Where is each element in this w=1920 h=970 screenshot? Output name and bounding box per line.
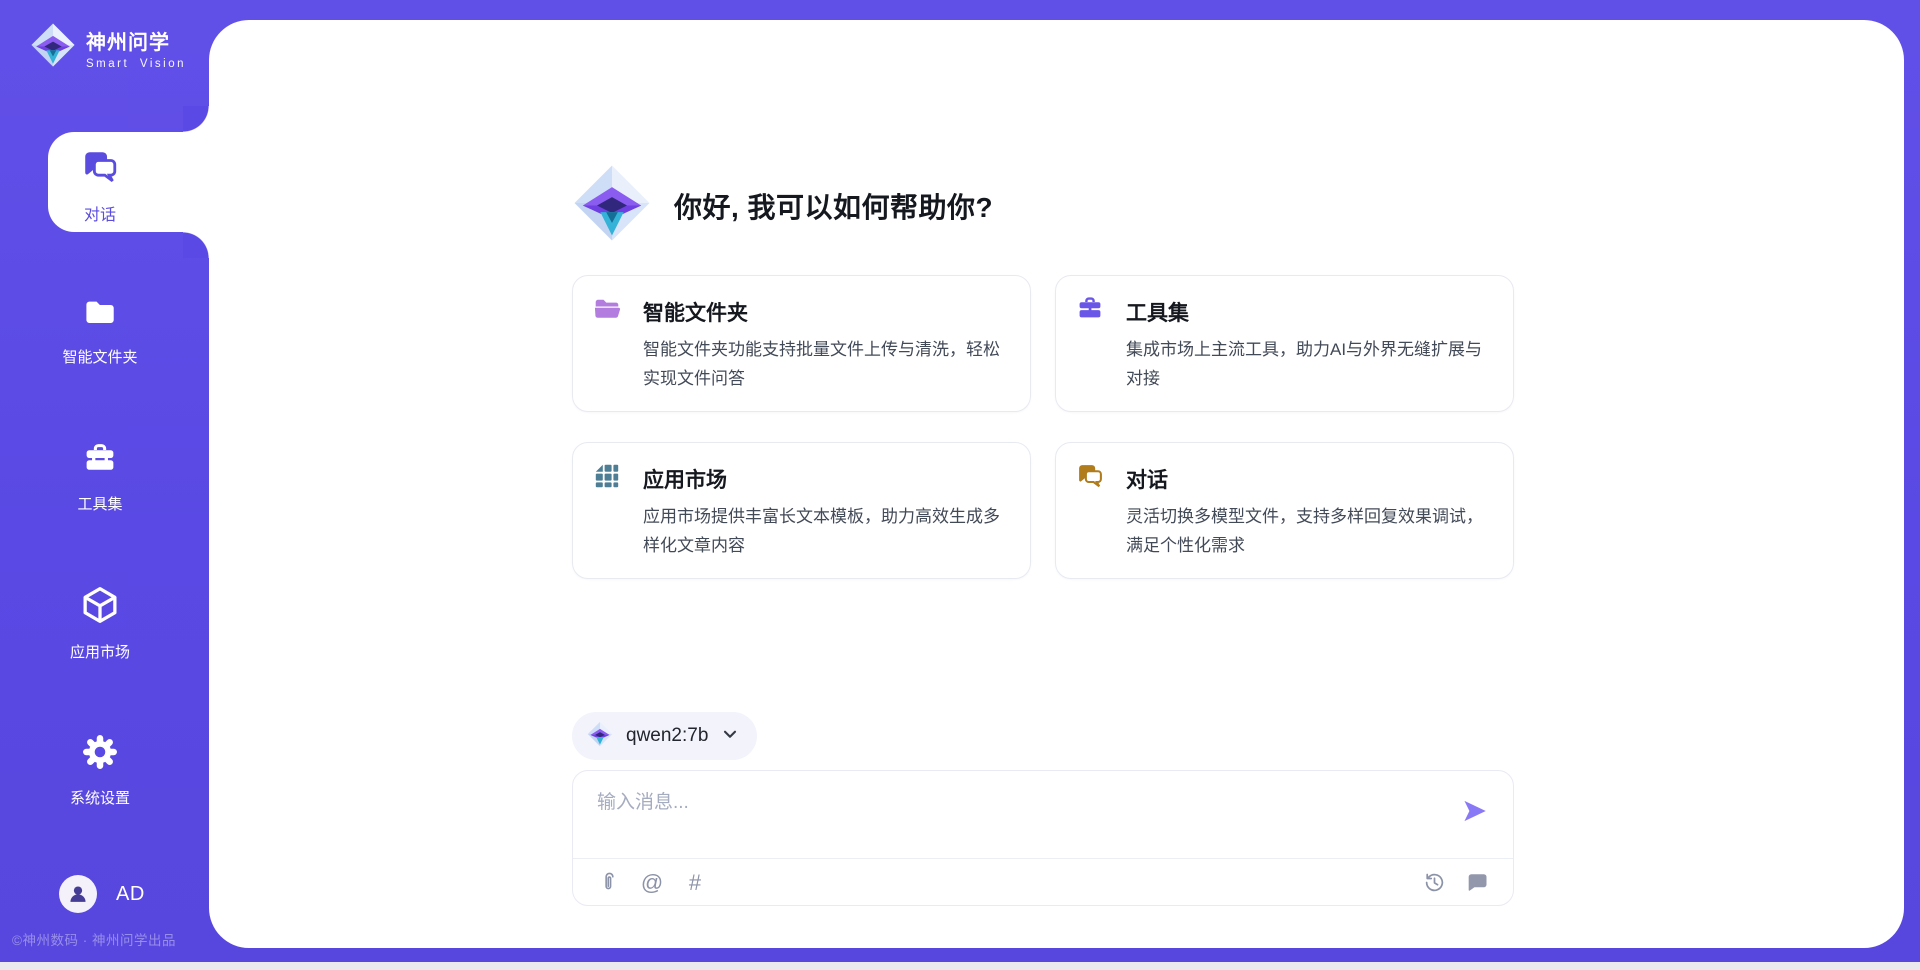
- card-smart-folder[interactable]: 智能文件夹 智能文件夹功能支持批量文件上传与清洗，轻松实现文件问答: [572, 275, 1031, 412]
- model-selector[interactable]: qwen2:7b: [572, 712, 757, 760]
- main-panel: 你好, 我可以如何帮助你? 智能文件夹 智能文件夹功能支持批量文件上传与清洗，轻…: [209, 20, 1904, 948]
- folder-icon: [83, 296, 117, 335]
- brand-subtitle: Smart Vision: [86, 58, 186, 70]
- grid-icon: [593, 462, 621, 495]
- card-title: 工具集: [1126, 297, 1189, 327]
- cube-icon: [80, 585, 120, 630]
- brand-diamond-logo-icon: [30, 22, 76, 73]
- card-title: 智能文件夹: [643, 297, 748, 327]
- user-account[interactable]: AD: [59, 875, 145, 913]
- toolbox-icon: [82, 441, 118, 482]
- sidebar-item-label: 系统设置: [70, 787, 130, 808]
- user-name: AD: [116, 883, 145, 906]
- gear-icon: [81, 733, 119, 776]
- window-bottom-edge: [0, 962, 1920, 970]
- message-composer: @ #: [572, 770, 1514, 906]
- sidebar-item-label: 应用市场: [70, 641, 130, 662]
- history-clock-icon[interactable]: [1422, 871, 1446, 895]
- sidebar-item-toolset[interactable]: 工具集: [0, 441, 200, 514]
- sidebar-item-settings[interactable]: 系统设置: [0, 733, 200, 808]
- message-input[interactable]: [597, 781, 1443, 825]
- sidebar-item-label: 工具集: [77, 493, 122, 514]
- model-name: qwen2:7b: [626, 725, 708, 747]
- card-description: 应用市场提供丰富长文本模板，助力高效生成多样化文章内容: [643, 502, 1010, 560]
- card-chat[interactable]: 对话 灵活切换多模型文件，支持多样回复效果调试，满足个性化需求: [1055, 442, 1514, 579]
- brand: 神州问学 Smart Vision: [30, 22, 186, 73]
- card-title: 应用市场: [643, 464, 727, 494]
- greeting-text: 你好, 我可以如何帮助你?: [674, 186, 993, 226]
- brand-name: 神州问学: [86, 26, 186, 55]
- sidebar: 神州问学 Smart Vision 对话 智能文件夹: [0, 0, 209, 970]
- card-app-market[interactable]: 应用市场 应用市场提供丰富长文本模板，助力高效生成多样化文章内容: [572, 442, 1031, 579]
- topic-hash-icon[interactable]: #: [683, 871, 707, 895]
- chat-bubbles-icon: [1076, 462, 1104, 495]
- shortcut-cards: 智能文件夹 智能文件夹功能支持批量文件上传与清洗，轻松实现文件问答 工具集: [572, 275, 1514, 579]
- card-description: 集成市场上主流工具，助力AI与外界无缝扩展与对接: [1126, 335, 1493, 393]
- mention-at-icon[interactable]: @: [640, 871, 664, 895]
- copyright-footer: ©神州数码 · 神州问学出品: [12, 929, 176, 949]
- greeting: 你好, 我可以如何帮助你?: [572, 163, 993, 248]
- card-title: 对话: [1126, 464, 1168, 494]
- conversation-bubble-icon[interactable]: [1465, 871, 1489, 895]
- sidebar-item-label: 智能文件夹: [62, 346, 137, 367]
- send-icon[interactable]: [1461, 797, 1489, 825]
- sidebar-item-app-market[interactable]: 应用市场: [0, 585, 200, 662]
- chat-bubbles-icon: [81, 148, 119, 191]
- card-description: 智能文件夹功能支持批量文件上传与清洗，轻松实现文件问答: [643, 335, 1010, 393]
- folder-open-icon: [593, 295, 621, 328]
- sidebar-item-smart-folder[interactable]: 智能文件夹: [0, 296, 200, 367]
- attachment-paperclip-icon[interactable]: [597, 871, 621, 895]
- avatar: [59, 875, 97, 913]
- chevron-down-icon[interactable]: [721, 725, 739, 748]
- sidebar-item-label: 对话: [84, 201, 116, 225]
- card-description: 灵活切换多模型文件，支持多样回复效果调试，满足个性化需求: [1126, 502, 1493, 560]
- sidebar-item-chat[interactable]: 对话: [0, 132, 209, 232]
- greeting-diamond-logo-icon: [572, 163, 652, 248]
- model-diamond-logo-icon: [587, 721, 613, 752]
- card-toolset[interactable]: 工具集 集成市场上主流工具，助力AI与外界无缝扩展与对接: [1055, 275, 1514, 412]
- briefcase-icon: [1076, 295, 1104, 328]
